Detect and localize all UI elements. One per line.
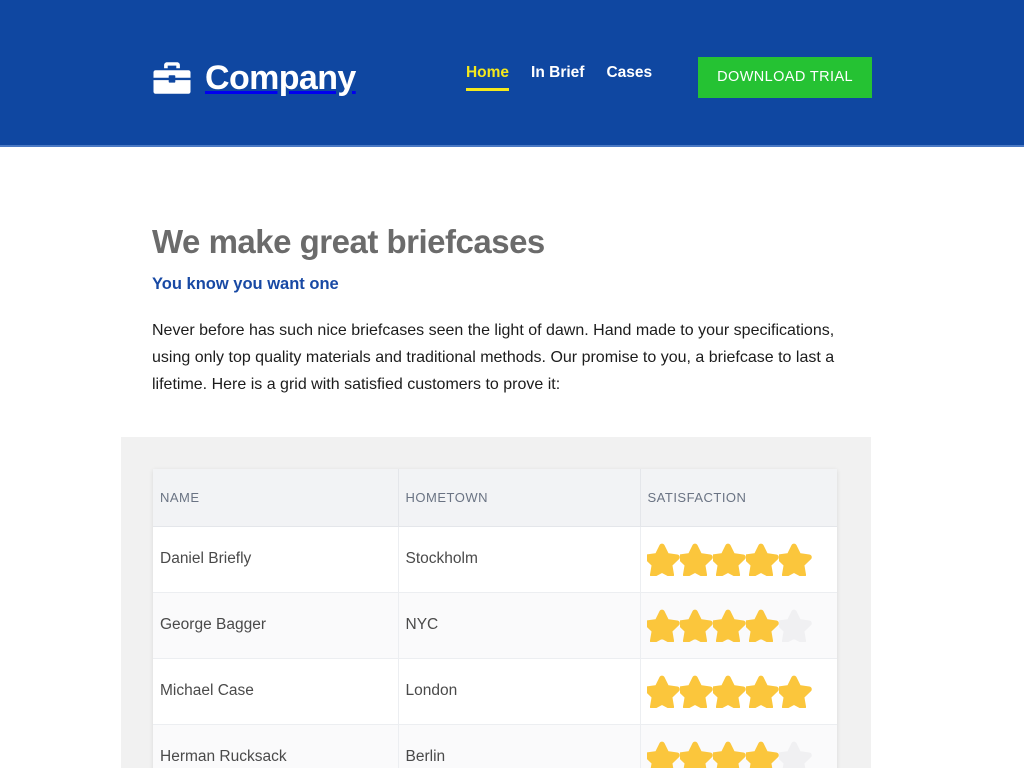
brand-name: Company bbox=[205, 58, 356, 97]
briefcase-icon bbox=[152, 59, 192, 97]
table-body: Daniel Briefly Stockholm George Bagger NYC M… bbox=[153, 526, 837, 768]
star-filled-icon bbox=[745, 675, 779, 708]
star-filled-icon bbox=[646, 675, 680, 708]
customers-table: NAME HOMETOWN SATISFACTION Daniel Briefl… bbox=[153, 468, 837, 768]
cell-hometown: London bbox=[398, 658, 641, 725]
cell-name: Michael Case bbox=[153, 658, 399, 725]
star-filled-icon bbox=[778, 543, 812, 576]
table-row: Daniel Briefly Stockholm bbox=[153, 526, 838, 593]
nav-item-home[interactable]: Home bbox=[465, 64, 510, 91]
star-filled-icon bbox=[745, 609, 779, 642]
column-header-name: NAME bbox=[153, 468, 399, 527]
cell-satisfaction bbox=[640, 658, 838, 725]
header-inner: Company Home In Brief Cases DOWNLOAD TRI… bbox=[152, 0, 872, 147]
table-header: NAME HOMETOWN SATISFACTION bbox=[153, 468, 837, 527]
cell-name: Daniel Briefly bbox=[153, 526, 399, 593]
nav-item-in-brief[interactable]: In Brief bbox=[531, 64, 584, 91]
star-rating bbox=[646, 609, 838, 642]
nav-item-cases[interactable]: Cases bbox=[606, 64, 652, 91]
customers-card: NAME HOMETOWN SATISFACTION Daniel Briefl… bbox=[153, 468, 837, 768]
column-header-hometown: HOMETOWN bbox=[398, 468, 641, 527]
page-subtitle: You know you want one bbox=[152, 274, 339, 293]
table-row: George Bagger NYC bbox=[153, 592, 838, 659]
star-filled-icon bbox=[679, 543, 713, 576]
cell-hometown: NYC bbox=[398, 592, 641, 659]
star-filled-icon bbox=[745, 741, 779, 768]
star-filled-icon bbox=[679, 741, 713, 768]
star-filled-icon bbox=[646, 741, 680, 768]
star-filled-icon bbox=[712, 675, 746, 708]
cell-name: George Bagger bbox=[153, 592, 399, 659]
cell-satisfaction bbox=[640, 526, 838, 593]
star-rating bbox=[646, 543, 838, 576]
cell-satisfaction bbox=[640, 724, 837, 768]
table-header-row: NAME HOMETOWN SATISFACTION bbox=[153, 468, 837, 527]
page-title: We make great briefcases bbox=[152, 223, 545, 260]
star-filled-icon bbox=[679, 609, 713, 642]
cell-hometown: Stockholm bbox=[398, 526, 641, 593]
star-filled-icon bbox=[712, 609, 746, 642]
download-trial-button[interactable]: DOWNLOAD TRIAL bbox=[698, 57, 872, 98]
cell-satisfaction bbox=[640, 592, 838, 659]
star-empty-icon bbox=[778, 741, 812, 768]
star-filled-icon bbox=[712, 543, 746, 576]
column-header-satisfaction: SATISFACTION bbox=[640, 468, 837, 527]
star-empty-icon bbox=[778, 609, 812, 642]
brand-logo[interactable]: Company bbox=[152, 59, 356, 97]
table-row: Michael Case London bbox=[153, 658, 838, 725]
customers-panel: NAME HOMETOWN SATISFACTION Daniel Briefl… bbox=[121, 436, 871, 768]
main-navigation: Home In Brief Cases DOWNLOAD TRIAL bbox=[465, 57, 872, 98]
intro-paragraph: Never before has such nice briefcases se… bbox=[152, 321, 835, 393]
star-filled-icon bbox=[745, 543, 779, 576]
site-header: Company Home In Brief Cases DOWNLOAD TRI… bbox=[0, 0, 1024, 147]
star-filled-icon bbox=[646, 609, 680, 642]
cell-name: Herman Rucksack bbox=[153, 724, 399, 768]
star-filled-icon bbox=[679, 675, 713, 708]
main-content: We make great briefcases You know you wa… bbox=[121, 147, 872, 768]
cell-hometown: Berlin bbox=[398, 724, 641, 768]
star-rating bbox=[646, 741, 838, 768]
star-filled-icon bbox=[778, 675, 812, 708]
table-row: Herman Rucksack Berlin bbox=[153, 724, 837, 768]
star-filled-icon bbox=[646, 543, 680, 576]
star-rating bbox=[646, 675, 838, 708]
star-filled-icon bbox=[712, 741, 746, 768]
